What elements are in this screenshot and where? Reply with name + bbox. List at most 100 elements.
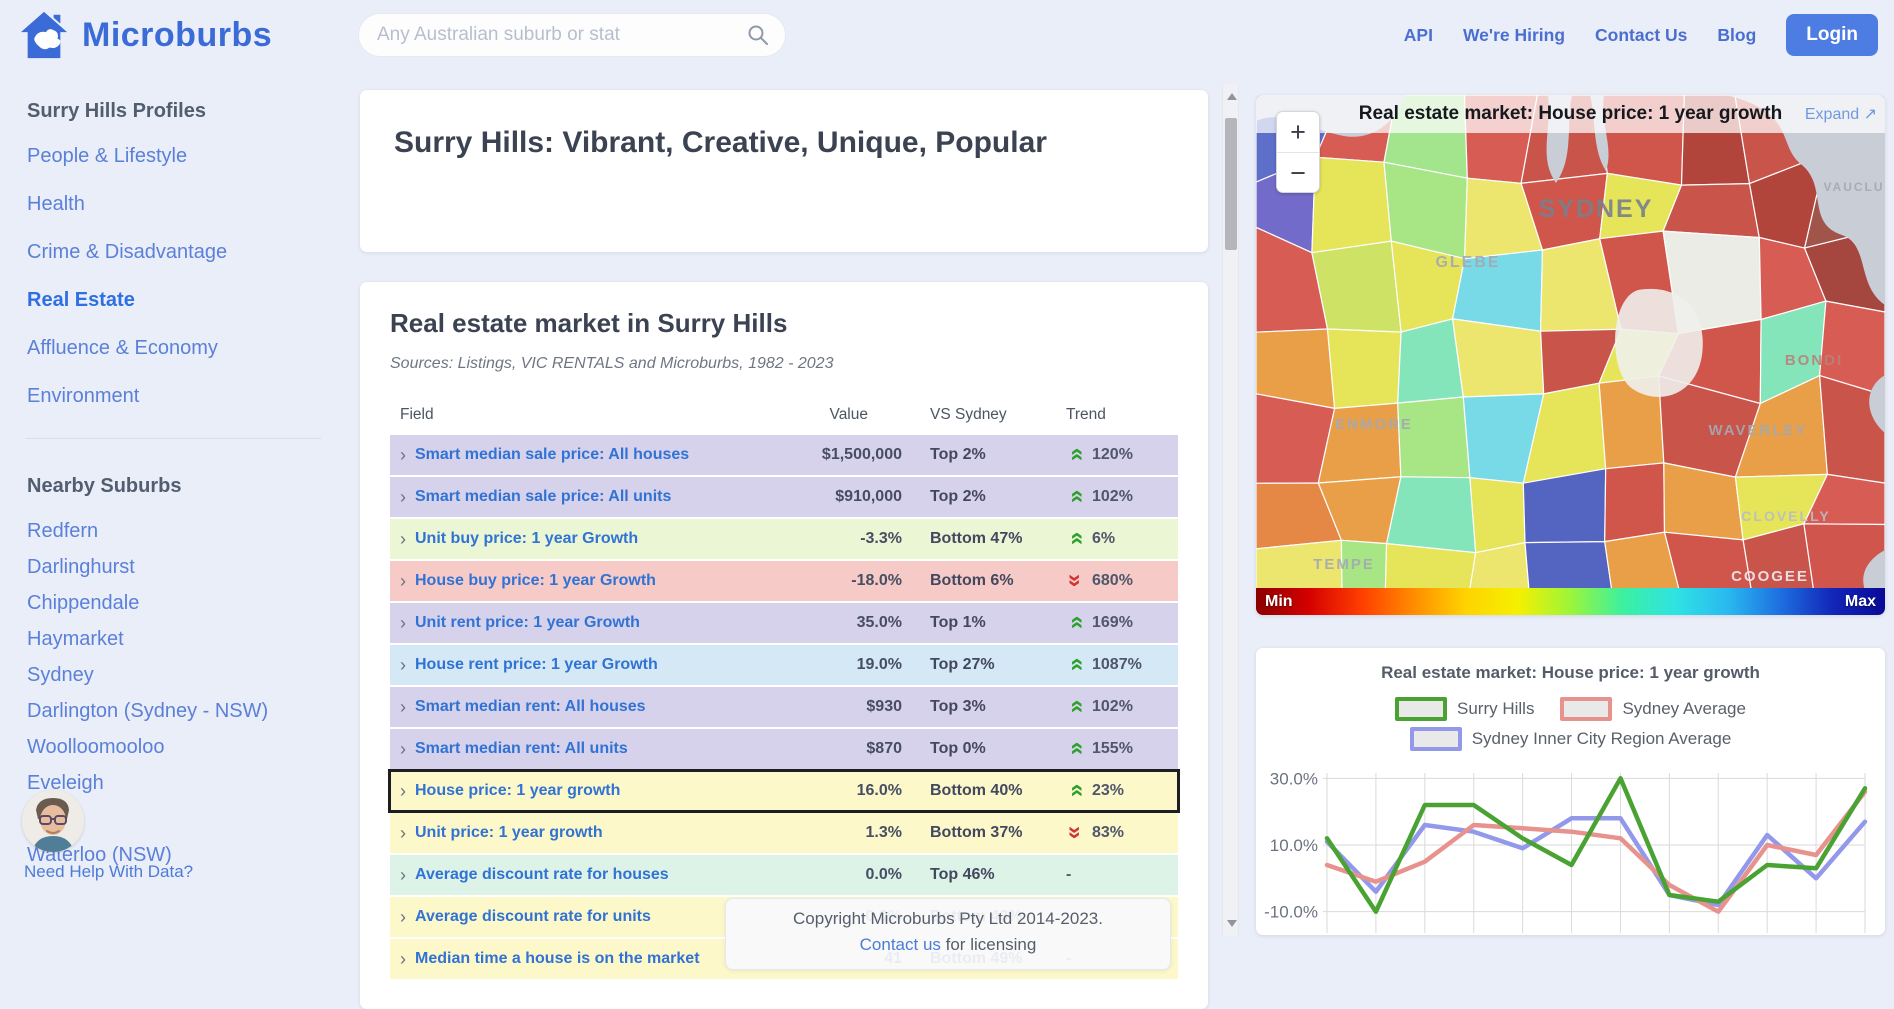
row-expander-icon[interactable] bbox=[400, 529, 406, 550]
sidebar-profile-link[interactable]: Affluence & Economy bbox=[27, 337, 348, 360]
row-value: $930 bbox=[756, 698, 902, 716]
table-row[interactable]: House rent price: 1 year Growth 19.0% To… bbox=[390, 645, 1178, 685]
help-link[interactable]: Need Help With Data? bbox=[24, 862, 193, 882]
avatar[interactable] bbox=[22, 790, 84, 852]
row-field-label[interactable]: Unit buy price: 1 year Growth bbox=[415, 530, 638, 548]
row-field-label[interactable]: Average discount rate for houses bbox=[415, 866, 669, 884]
scrollbar-thumb[interactable] bbox=[1225, 118, 1237, 250]
sidebar-divider bbox=[25, 438, 321, 439]
sidebar-profile-link[interactable]: Health bbox=[27, 193, 348, 216]
sources-note: Sources: Listings, VIC RENTALS and Micro… bbox=[390, 355, 1178, 373]
legend-item: Sydney Inner City Region Average bbox=[1410, 727, 1732, 751]
scroll-down-icon[interactable] bbox=[1227, 920, 1237, 927]
nav-link[interactable]: API bbox=[1404, 25, 1433, 46]
main-scrollbar[interactable] bbox=[1222, 84, 1239, 936]
sidebar-profile-link[interactable]: Real Estate bbox=[27, 289, 348, 312]
table-row[interactable]: Unit buy price: 1 year Growth -3.3% Bott… bbox=[390, 519, 1178, 559]
nav-link[interactable]: Blog bbox=[1717, 25, 1756, 46]
table-row[interactable]: Unit rent price: 1 year Growth 35.0% Top… bbox=[390, 603, 1178, 643]
row-expander-icon[interactable] bbox=[400, 655, 406, 676]
table-row[interactable]: House price: 1 year growth 16.0% Bottom … bbox=[390, 771, 1178, 811]
row-field-label[interactable]: Median time a house is on the market bbox=[415, 950, 700, 968]
search-input[interactable] bbox=[375, 23, 747, 47]
legend-swatch bbox=[1410, 727, 1462, 751]
sidebar-profile-link[interactable]: Crime & Disadvantage bbox=[27, 241, 348, 264]
sidebar-nearby-link[interactable]: Sydney bbox=[27, 664, 348, 687]
nav-link[interactable]: Contact Us bbox=[1595, 25, 1687, 46]
sidebar-profile-link[interactable]: Environment bbox=[27, 385, 348, 408]
row-field-label[interactable]: Unit price: 1 year growth bbox=[415, 824, 603, 842]
sidebar-nearby-link[interactable]: Darlinghurst bbox=[27, 556, 348, 579]
copyright-overlay: Copyright Microburbs Pty Ltd 2014-2023. … bbox=[725, 898, 1171, 970]
row-field-label[interactable]: Smart median sale price: All houses bbox=[415, 446, 689, 464]
table-row[interactable]: Smart median sale price: All houses $1,5… bbox=[390, 435, 1178, 475]
zoom-in-button[interactable]: + bbox=[1277, 112, 1319, 152]
row-trend-value: 169% bbox=[1092, 614, 1133, 632]
svg-text:-10.0%: -10.0% bbox=[1264, 903, 1318, 922]
row-vs: Top 1% bbox=[930, 614, 1066, 632]
row-expander-icon[interactable] bbox=[400, 739, 406, 760]
row-field-label[interactable]: Unit rent price: 1 year Growth bbox=[415, 614, 640, 632]
sidebar-nearby-link[interactable]: Chippendale bbox=[27, 592, 348, 615]
table-row[interactable]: Smart median rent: All houses $930 Top 3… bbox=[390, 687, 1178, 727]
choropleth-map[interactable]: SYDNEYGLEBEENMORETEMPEMASCOTWAVERLEYCLOV… bbox=[1256, 95, 1885, 615]
legend-item: Sydney Average bbox=[1560, 697, 1746, 721]
row-value: $910,000 bbox=[756, 488, 902, 506]
row-expander-icon[interactable] bbox=[400, 781, 406, 802]
row-vs: Bottom 40% bbox=[930, 782, 1066, 800]
map-expand-link[interactable]: Expand ↗ bbox=[1805, 104, 1877, 124]
row-expander-icon[interactable] bbox=[400, 949, 406, 970]
svg-text:COOGEE: COOGEE bbox=[1731, 568, 1809, 585]
row-vs: Top 3% bbox=[930, 698, 1066, 716]
legend-label: Sydney Average bbox=[1622, 699, 1746, 719]
nav-link[interactable]: We're Hiring bbox=[1463, 25, 1565, 46]
map-title: Real estate market: House price: 1 year … bbox=[1359, 103, 1782, 125]
row-field-label[interactable]: House price: 1 year growth bbox=[415, 782, 620, 800]
row-trend-value: 102% bbox=[1092, 698, 1133, 716]
row-expander-icon[interactable] bbox=[400, 865, 406, 886]
row-expander-icon[interactable] bbox=[400, 487, 406, 508]
row-field-label[interactable]: Smart median rent: All houses bbox=[415, 698, 646, 716]
row-field-label[interactable]: Average discount rate for units bbox=[415, 908, 651, 926]
scroll-up-icon[interactable] bbox=[1227, 93, 1237, 100]
sidebar-nearby-link[interactable]: Redfern bbox=[27, 520, 348, 543]
row-expander-icon[interactable] bbox=[400, 571, 406, 592]
trend-icon bbox=[1066, 823, 1086, 843]
row-value: 0.0% bbox=[756, 866, 902, 884]
table-row[interactable]: Unit price: 1 year growth 1.3% Bottom 37… bbox=[390, 813, 1178, 853]
row-trend-value: 120% bbox=[1092, 446, 1133, 464]
row-field-label[interactable]: Smart median sale price: All units bbox=[415, 488, 671, 506]
table-row[interactable]: Smart median sale price: All units $910,… bbox=[390, 477, 1178, 517]
growth-chart-svg: 2011201220132014201520162017201820192020… bbox=[1263, 755, 1878, 935]
brand-logo[interactable]: Microburbs bbox=[18, 10, 272, 60]
row-value: -18.0% bbox=[756, 572, 902, 590]
table-row[interactable]: Smart median rent: All units $870 Top 0%… bbox=[390, 729, 1178, 769]
row-expander-icon[interactable] bbox=[400, 907, 406, 928]
zoom-out-button[interactable]: − bbox=[1277, 152, 1319, 192]
search-icon[interactable] bbox=[747, 24, 769, 46]
row-trend-value: 23% bbox=[1092, 782, 1124, 800]
login-button[interactable]: Login bbox=[1786, 14, 1878, 56]
sidebar-nearby-link[interactable]: Eveleigh bbox=[27, 772, 348, 795]
contact-us-link[interactable]: Contact us bbox=[860, 935, 941, 954]
row-expander-icon[interactable] bbox=[400, 823, 406, 844]
row-field-label[interactable]: House buy price: 1 year Growth bbox=[415, 572, 656, 590]
row-trend-value: 6% bbox=[1092, 530, 1115, 548]
sidebar-profile-link[interactable]: People & Lifestyle bbox=[27, 145, 348, 168]
table-row[interactable]: House buy price: 1 year Growth -18.0% Bo… bbox=[390, 561, 1178, 601]
row-expander-icon[interactable] bbox=[400, 697, 406, 718]
legend-swatch bbox=[1395, 697, 1447, 721]
row-field-label[interactable]: House rent price: 1 year Growth bbox=[415, 656, 658, 674]
nearby-heading: Nearby Suburbs bbox=[27, 475, 348, 498]
sidebar-nearby-link[interactable]: Woolloomooloo bbox=[27, 736, 348, 759]
svg-text:TEMPE: TEMPE bbox=[1313, 556, 1375, 573]
svg-text:VAUCLUSE: VAUCLUSE bbox=[1823, 180, 1885, 194]
row-expander-icon[interactable] bbox=[400, 613, 406, 634]
table-row[interactable]: Average discount rate for houses 0.0% To… bbox=[390, 855, 1178, 895]
profiles-heading: Surry Hills Profiles bbox=[27, 100, 348, 123]
sidebar-nearby-link[interactable]: Haymarket bbox=[27, 628, 348, 651]
row-field-label[interactable]: Smart median rent: All units bbox=[415, 740, 628, 758]
licensing-line: Contact us for licensing bbox=[740, 935, 1156, 955]
sidebar-nearby-link[interactable]: Darlington (Sydney - NSW) bbox=[27, 700, 348, 723]
row-expander-icon[interactable] bbox=[400, 445, 406, 466]
